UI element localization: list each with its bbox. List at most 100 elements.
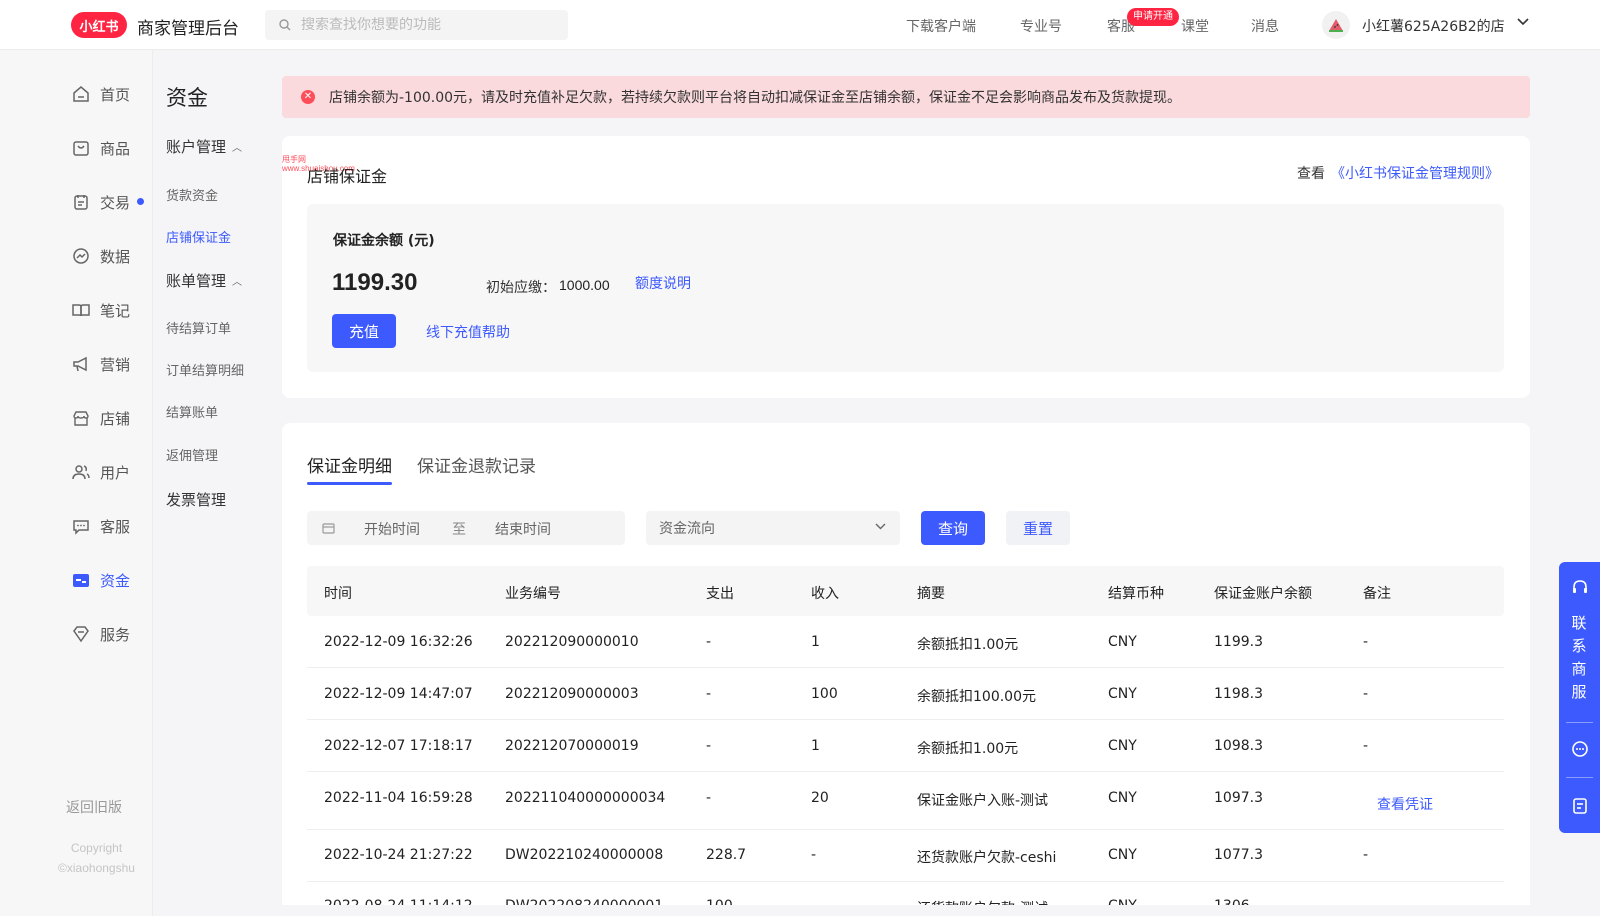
headset-icon[interactable] bbox=[1570, 578, 1590, 598]
tab-refund-records[interactable]: 保证金退款记录 bbox=[417, 452, 536, 477]
sidebar-item-service[interactable]: 客服 bbox=[70, 514, 130, 538]
page-bottom bbox=[282, 905, 1530, 916]
initial-deposit-value: 1000.00 bbox=[559, 277, 610, 293]
shop-avatar[interactable] bbox=[1322, 11, 1350, 39]
table-cell-remark: - bbox=[1363, 634, 1369, 650]
chat-bubble-icon[interactable] bbox=[1570, 739, 1590, 759]
table-cell-balance: 1077.3 bbox=[1214, 847, 1263, 863]
subnav-group-invoice[interactable]: 发票管理 bbox=[166, 489, 226, 510]
secondary-nav bbox=[153, 50, 270, 916]
tab-deposit-details[interactable]: 保证金明细 bbox=[307, 452, 392, 477]
sidebar-item-label: 交易 bbox=[100, 193, 131, 212]
bag-icon bbox=[70, 137, 92, 159]
table-cell-summary: 保证金账户入账-测试 bbox=[917, 793, 1049, 809]
download-client-link[interactable]: 下载客户端 bbox=[906, 16, 976, 36]
subnav-group-account[interactable]: 账户管理 ︿ bbox=[166, 136, 242, 157]
classroom-link[interactable]: 课堂 bbox=[1181, 16, 1209, 36]
sidebar-item-label: 商品 bbox=[100, 139, 131, 158]
sidebar-item-services[interactable]: 服务 bbox=[70, 622, 130, 646]
contact-support-label[interactable]: 联系商服 bbox=[1571, 612, 1587, 704]
query-button[interactable]: 查询 bbox=[921, 511, 985, 545]
sidebar-item-notes[interactable]: 笔记 bbox=[70, 298, 130, 322]
deposit-rules-link[interactable]: 《小红书保证金管理规则》 bbox=[1331, 163, 1499, 183]
table-cell-income: 20 bbox=[811, 790, 829, 806]
column-header: 时间 bbox=[324, 586, 352, 602]
professional-account-link[interactable]: 专业号 bbox=[1020, 16, 1062, 36]
table-cell-time: 2022-10-24 21:27:22 bbox=[324, 847, 473, 863]
table-cell-expense: 228.7 bbox=[706, 847, 747, 863]
recharge-button[interactable]: 充值 bbox=[332, 314, 396, 348]
subnav-item-rebate[interactable]: 返佣管理 bbox=[166, 445, 218, 464]
sidebar-item-label: 店铺 bbox=[100, 409, 131, 428]
rules-prefix: 查看 bbox=[1297, 166, 1325, 182]
shop-icon bbox=[70, 407, 92, 429]
subnav-item-shop-deposit[interactable]: 店铺保证金 bbox=[166, 227, 231, 246]
shop-name[interactable]: 小红薯625A26B2的店 bbox=[1362, 16, 1505, 36]
subnav-title: 资金 bbox=[166, 86, 208, 110]
table-cell-time: 2022-12-07 17:18:17 bbox=[324, 738, 473, 754]
chat-icon bbox=[70, 515, 92, 537]
reset-button[interactable]: 重置 bbox=[1006, 511, 1070, 545]
subnav-item-pending-orders[interactable]: 待结算订单 bbox=[166, 318, 231, 337]
messages-link[interactable]: 消息 bbox=[1251, 16, 1279, 36]
table-cell-summary: 余额抵扣100.00元 bbox=[917, 689, 1036, 705]
view-voucher-link[interactable]: 查看凭证 bbox=[1377, 794, 1433, 814]
back-to-old-version-link[interactable]: 返回旧版 bbox=[66, 797, 122, 817]
table-cell-time: 2022-11-04 16:59:28 bbox=[324, 790, 473, 806]
clipboard-icon bbox=[70, 191, 92, 213]
search-input[interactable] bbox=[301, 17, 541, 33]
subnav-item-goods-funds[interactable]: 货款资金 bbox=[166, 185, 218, 204]
watermelon-icon bbox=[1329, 19, 1343, 32]
fund-flow-placeholder: 资金流向 bbox=[659, 521, 715, 537]
table-cell-remark: - bbox=[1363, 847, 1369, 863]
arrears-alert: ✕ 店铺余额为-100.00元，请及时充值补足欠款，若持续欠款则平台将自动扣减保… bbox=[282, 76, 1530, 118]
subnav-group-label: 发票管理 bbox=[166, 491, 227, 509]
subnav-group-bills[interactable]: 账单管理 ︿ bbox=[166, 270, 242, 291]
subnav-item-settlement-bills[interactable]: 结算账单 bbox=[166, 402, 218, 421]
table-cell-time: 2022-12-09 16:32:26 bbox=[324, 634, 473, 650]
users-icon bbox=[70, 461, 92, 483]
sidebar-item-home[interactable]: 首页 bbox=[70, 82, 130, 106]
megaphone-icon bbox=[70, 353, 92, 375]
subnav-item-settlement-details[interactable]: 订单结算明细 bbox=[166, 360, 244, 379]
end-date-input[interactable]: 结束时间 bbox=[495, 519, 551, 539]
xiaohongshu-logo[interactable]: 小红书 bbox=[71, 12, 127, 38]
quota-explanation-link[interactable]: 额度说明 bbox=[635, 273, 691, 293]
date-range-picker[interactable] bbox=[307, 511, 625, 545]
sidebar-item-data[interactable]: 数据 bbox=[70, 244, 130, 268]
table-cell-id: 202212090000010 bbox=[505, 634, 639, 650]
table-cell-currency: CNY bbox=[1108, 686, 1137, 702]
feedback-icon[interactable] bbox=[1570, 796, 1590, 816]
sidebar-item-marketing[interactable]: 营销 bbox=[70, 352, 130, 376]
offline-recharge-help-link[interactable]: 线下充值帮助 bbox=[426, 322, 510, 342]
error-icon: ✕ bbox=[301, 90, 315, 104]
subnav-group-label: 账户管理 bbox=[166, 138, 227, 156]
sidebar-item-shop[interactable]: 店铺 bbox=[70, 406, 130, 430]
search-box[interactable] bbox=[265, 10, 568, 40]
app-title: 商家管理后台 bbox=[137, 19, 239, 39]
subnav-group-label: 账单管理 bbox=[166, 272, 227, 290]
column-header: 结算币种 bbox=[1108, 586, 1164, 602]
chevron-up-icon: ︿ bbox=[232, 277, 243, 288]
sidebar-item-label: 数据 bbox=[100, 247, 131, 266]
table-cell-income: - bbox=[811, 847, 817, 863]
chevron-down-icon[interactable] bbox=[1517, 18, 1529, 26]
sidebar-item-label: 资金 bbox=[100, 571, 131, 590]
table-cell-income: 100 bbox=[811, 686, 838, 702]
sidebar-item-transactions[interactable]: 交易 bbox=[70, 190, 130, 214]
table-cell-currency: CNY bbox=[1108, 790, 1137, 806]
active-tab-indicator bbox=[307, 482, 392, 485]
table-cell-summary: 还货款账户欠款-ceshi bbox=[917, 850, 1057, 866]
sidebar-item-funds[interactable]: 资金 bbox=[70, 568, 130, 592]
column-header: 备注 bbox=[1363, 586, 1391, 602]
sidebar-item-users[interactable]: 用户 bbox=[70, 460, 130, 484]
diamond-icon bbox=[70, 623, 92, 645]
table-cell-remark: - bbox=[1363, 686, 1369, 702]
table-cell-id: 202211040000000034 bbox=[505, 790, 666, 806]
table-cell-income: 1 bbox=[811, 738, 820, 754]
fund-flow-select[interactable]: 资金流向 bbox=[646, 511, 900, 545]
row-divider bbox=[307, 881, 1504, 882]
start-date-input[interactable]: 开始时间 bbox=[364, 519, 420, 539]
sidebar-item-products[interactable]: 商品 bbox=[70, 136, 130, 160]
chart-icon bbox=[70, 245, 92, 267]
